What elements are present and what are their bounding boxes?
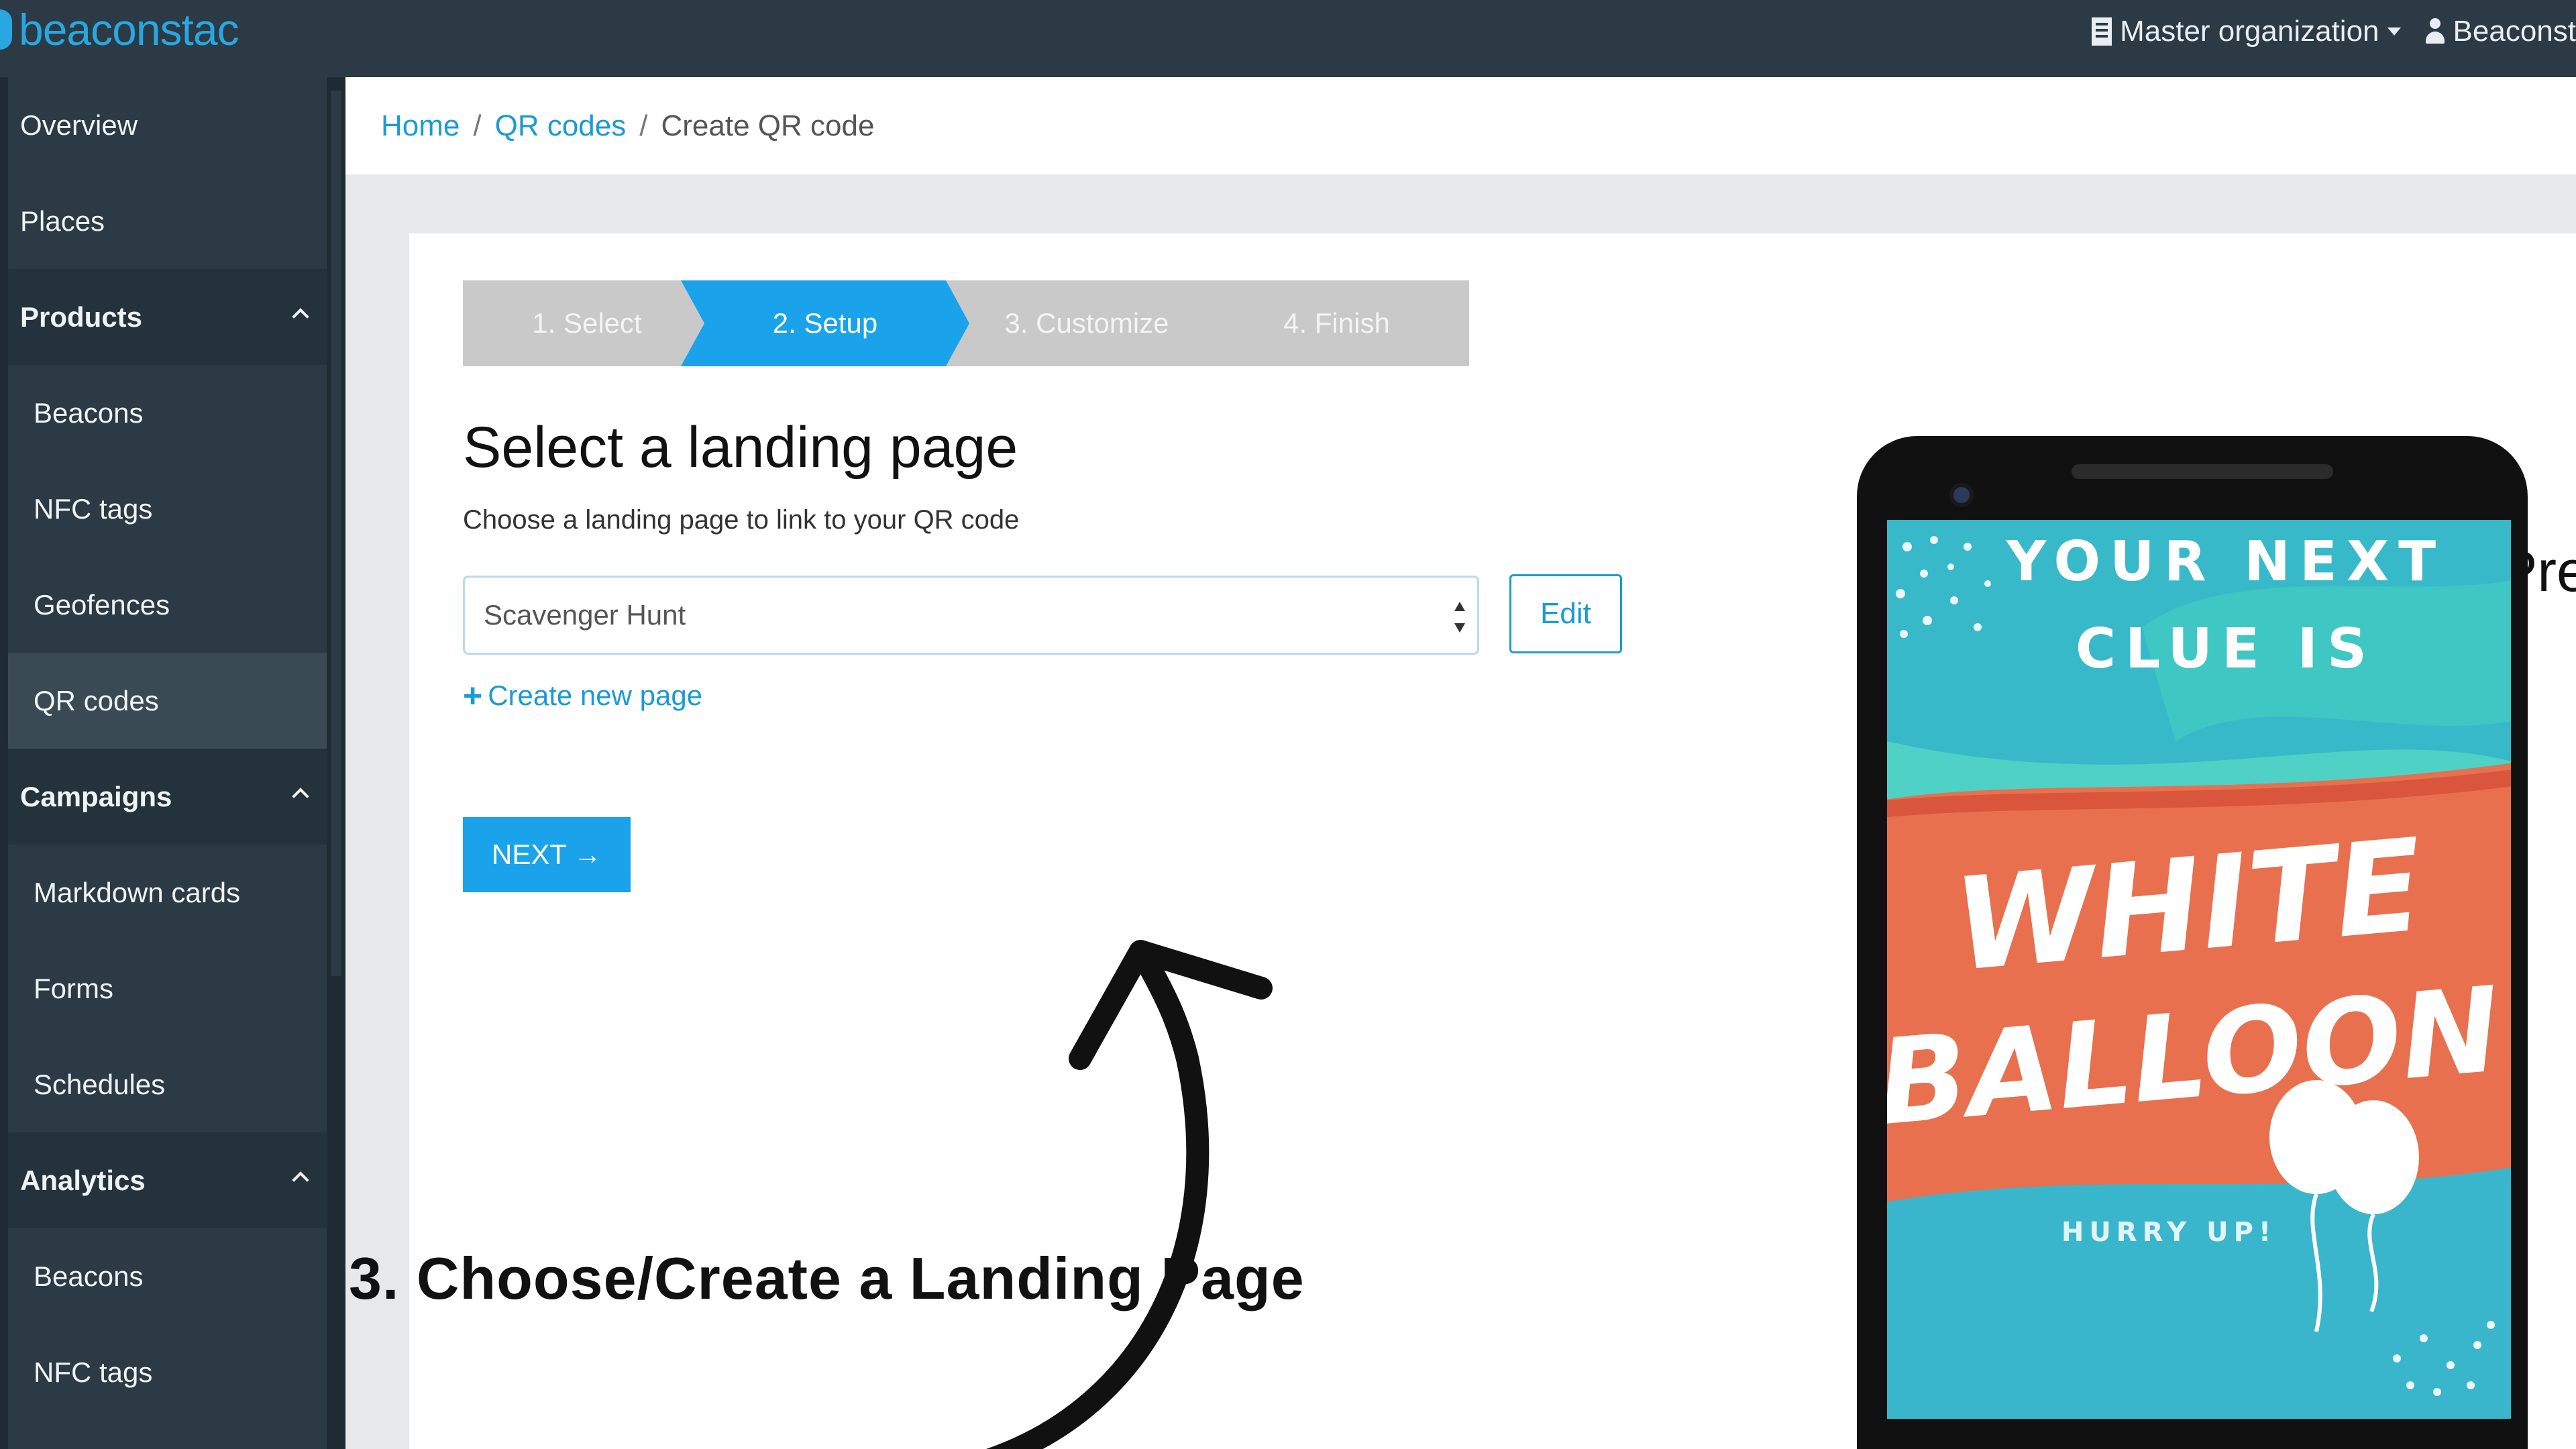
breadcrumb-separator: /: [639, 109, 648, 142]
poster-line-1: YOUR NEXT: [2006, 530, 2445, 594]
chevron-up-icon: [292, 1171, 309, 1189]
sidebar-item-schedules[interactable]: Schedules: [8, 1036, 327, 1132]
create-new-page-label: Create new page: [488, 680, 703, 711]
logo-mark-icon: [0, 9, 12, 50]
breadcrumb-current: Create QR code: [661, 109, 875, 142]
breadcrumb-qr-codes-link[interactable]: QR codes: [495, 109, 627, 143]
poster-footer: HURRY UP!: [2061, 1217, 2276, 1248]
sidebar-scrollbar[interactable]: [327, 77, 345, 1449]
wizard-stepper: 1. Select 3. Customize 4. Finish 2. Setu…: [463, 280, 1469, 366]
plus-icon: +: [463, 677, 483, 714]
create-new-page-link[interactable]: + Create new page: [463, 676, 702, 715]
edit-button[interactable]: Edit: [1509, 574, 1622, 653]
sidebar-item-label: NFC tags: [34, 1356, 153, 1388]
sidebar-item-markdown-cards[interactable]: Markdown cards: [8, 845, 327, 941]
page-title: Select a landing page: [463, 415, 1018, 480]
top-navbar: beaconstac Master organization Beaconst: [0, 0, 2576, 77]
sidebar-item-beacons[interactable]: Beacons: [8, 365, 327, 461]
sidebar-item-label: Schedules: [34, 1068, 166, 1100]
sidebar-item-nfc-tags[interactable]: NFC tags: [8, 461, 327, 557]
sidebar-item-label: Places: [20, 205, 105, 237]
sidebar-item-overview[interactable]: Overview: [8, 77, 327, 173]
poster-line-2: CLUE IS: [2076, 617, 2376, 681]
sidebar-item-label: Beacons: [34, 1260, 144, 1292]
sidebar-item-label: Forms: [34, 972, 113, 1004]
select-arrows-icon: [1454, 602, 1465, 633]
chevron-up-icon: [292, 788, 309, 805]
sidebar-section-analytics[interactable]: Analytics: [8, 1132, 327, 1228]
page-subtitle: Choose a landing page to link to your QR…: [463, 505, 1020, 535]
sidebar: Overview Places Products Beacons NFC tag…: [0, 77, 345, 1449]
caret-down-icon: [2387, 28, 2401, 36]
user-icon: [2425, 18, 2445, 45]
chevron-up-icon: [292, 308, 309, 325]
step-label: 4. Finish: [1283, 307, 1390, 339]
step-finish[interactable]: 4. Finish: [1204, 280, 1469, 366]
landing-page-poster: YOUR NEXT CLUE IS WHITE BALLOON HURRY UP…: [1887, 520, 2511, 1419]
breadcrumb-home-link[interactable]: Home: [381, 109, 460, 143]
sidebar-item-forms[interactable]: Forms: [8, 941, 327, 1036]
user-label: Beaconst: [2453, 15, 2576, 48]
sidebar-item-label: Campaigns: [20, 780, 172, 812]
top-right-menu: Master organization Beaconst: [2092, 15, 2576, 48]
sidebar-item-label: Products: [20, 301, 143, 333]
arrow-right-icon: →: [574, 839, 602, 870]
sidebar-item-analytics-nfc-tags[interactable]: NFC tags: [8, 1324, 327, 1420]
step-customize[interactable]: 3. Customize: [943, 280, 1231, 366]
user-menu[interactable]: Beaconst: [2425, 15, 2576, 48]
next-button[interactable]: NEXT →: [463, 817, 631, 892]
sidebar-item-label: Beacons: [34, 396, 144, 429]
phone-speaker: [2072, 464, 2333, 479]
phone-camera-icon: [1949, 483, 1974, 507]
sidebar-item-analytics-beacons[interactable]: Beacons: [8, 1228, 327, 1324]
organization-dropdown[interactable]: Master organization: [2092, 15, 2401, 48]
annotation-arrow-icon: [985, 940, 1273, 1449]
sidebar-item-label: Geofences: [34, 588, 170, 621]
sidebar-item-label: NFC tags: [34, 492, 153, 525]
step-select[interactable]: 1. Select: [463, 280, 711, 366]
organization-label: Master organization: [2120, 15, 2379, 48]
step-label: 1. Select: [532, 307, 642, 339]
sidebar-item-label: Analytics: [20, 1164, 146, 1196]
next-label: NEXT: [491, 839, 567, 870]
scrollbar-thumb[interactable]: [331, 91, 341, 976]
building-icon: [2092, 17, 2112, 46]
sidebar-section-campaigns[interactable]: Campaigns: [8, 749, 327, 845]
landing-page-selected-value: Scavenger Hunt: [484, 599, 686, 631]
app-logo[interactable]: beaconstac: [0, 4, 239, 55]
sidebar-item-label: Markdown cards: [34, 876, 241, 908]
sidebar-item-label: Overview: [20, 109, 138, 141]
sidebar-item-qr-codes[interactable]: QR codes: [8, 653, 327, 749]
sidebar-item-label: QR codes: [34, 684, 159, 716]
sidebar-item-geofences[interactable]: Geofences: [8, 557, 327, 653]
step-annotation: 3. Choose/Create a Landing Page: [349, 1245, 1305, 1311]
logo-text: beaconstac: [19, 5, 239, 54]
phone-screen: YOUR NEXT CLUE IS WHITE BALLOON HURRY UP…: [1887, 520, 2511, 1419]
breadcrumb-separator: /: [473, 109, 482, 142]
breadcrumb: Home / QR codes / Create QR code: [345, 77, 2576, 174]
step-label: 3. Customize: [1004, 307, 1169, 339]
phone-preview: YOUR NEXT CLUE IS WHITE BALLOON HURRY UP…: [1857, 436, 2528, 1449]
sidebar-item-places[interactable]: Places: [8, 173, 327, 269]
sidebar-section-products[interactable]: Products: [8, 269, 327, 365]
landing-page-select[interactable]: Scavenger Hunt: [463, 576, 1479, 655]
step-setup-active[interactable]: 2. Setup: [681, 280, 969, 366]
sidebar-edge: [0, 77, 8, 1449]
step-label: 2. Setup: [772, 307, 878, 339]
